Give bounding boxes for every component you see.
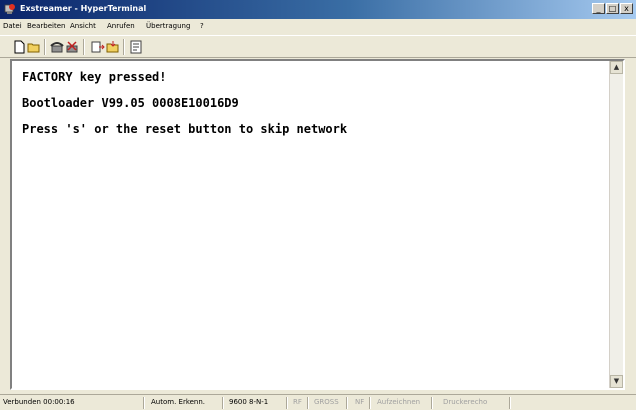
toolbar-separator <box>83 39 85 55</box>
menu-anrufen[interactable]: Anrufen <box>107 22 135 30</box>
status-divider <box>286 397 288 409</box>
status-divider <box>307 397 309 409</box>
toolbar <box>0 35 636 58</box>
status-port-settings: 9600 8-N-1 <box>229 398 269 406</box>
menu-help[interactable]: ? <box>200 22 204 30</box>
menu-uebertragung[interactable]: Übertragung <box>146 22 190 30</box>
status-nf: NF <box>355 398 365 406</box>
vertical-scrollbar[interactable]: ▲ ▼ <box>609 61 623 388</box>
status-divider <box>143 397 145 409</box>
receive-icon[interactable] <box>106 40 120 54</box>
terminal-line: Bootloader V99.05 0008E10016D9 <box>22 96 239 110</box>
status-divider <box>222 397 224 409</box>
send-icon[interactable] <box>91 40 105 54</box>
status-caps: GROSS <box>314 398 339 406</box>
new-document-icon[interactable] <box>12 40 26 54</box>
close-button[interactable]: x <box>620 3 633 14</box>
status-rf: RF <box>293 398 302 406</box>
disconnect-icon[interactable] <box>65 40 79 54</box>
status-bar: Verbunden 00:00:16 Autom. Erkenn. 9600 8… <box>0 394 636 410</box>
terminal-frame: FACTORY key pressed! Bootloader V99.05 0… <box>10 59 625 390</box>
status-print-echo: Druckerecho <box>443 398 488 406</box>
terminal-screen[interactable]: FACTORY key pressed! Bootloader V99.05 0… <box>12 61 609 388</box>
menu-bar: Datei Bearbeiten Ansicht Anrufen Übertra… <box>0 19 636 35</box>
phone-call-icon[interactable] <box>50 40 64 54</box>
status-connection-time: Verbunden 00:00:16 <box>3 398 75 406</box>
minimize-button[interactable]: _ <box>592 3 605 14</box>
terminal-line: FACTORY key pressed! <box>22 70 167 84</box>
scroll-up-icon[interactable]: ▲ <box>610 61 623 74</box>
toolbar-separator <box>44 39 46 55</box>
status-divider <box>431 397 433 409</box>
status-divider <box>369 397 371 409</box>
open-folder-icon[interactable] <box>27 40 41 54</box>
window-title: Exstreamer - HyperTerminal <box>20 4 147 13</box>
toolbar-separator <box>123 39 125 55</box>
properties-icon[interactable] <box>129 40 143 54</box>
status-divider <box>509 397 511 409</box>
status-detect: Autom. Erkenn. <box>151 398 206 406</box>
title-bar[interactable]: Exstreamer - HyperTerminal _ □ x <box>0 0 636 19</box>
maximize-button[interactable]: □ <box>606 3 619 14</box>
terminal-line: Press 's' or the reset button to skip ne… <box>22 122 348 136</box>
status-record: Aufzeichnen <box>377 398 421 406</box>
status-divider <box>346 397 348 409</box>
menu-ansicht[interactable]: Ansicht <box>70 22 96 30</box>
menu-bearbeiten[interactable]: Bearbeiten <box>27 22 65 30</box>
hyperterminal-app-icon[interactable] <box>4 3 16 15</box>
scroll-down-icon[interactable]: ▼ <box>610 375 623 388</box>
menu-datei[interactable]: Datei <box>3 22 22 30</box>
